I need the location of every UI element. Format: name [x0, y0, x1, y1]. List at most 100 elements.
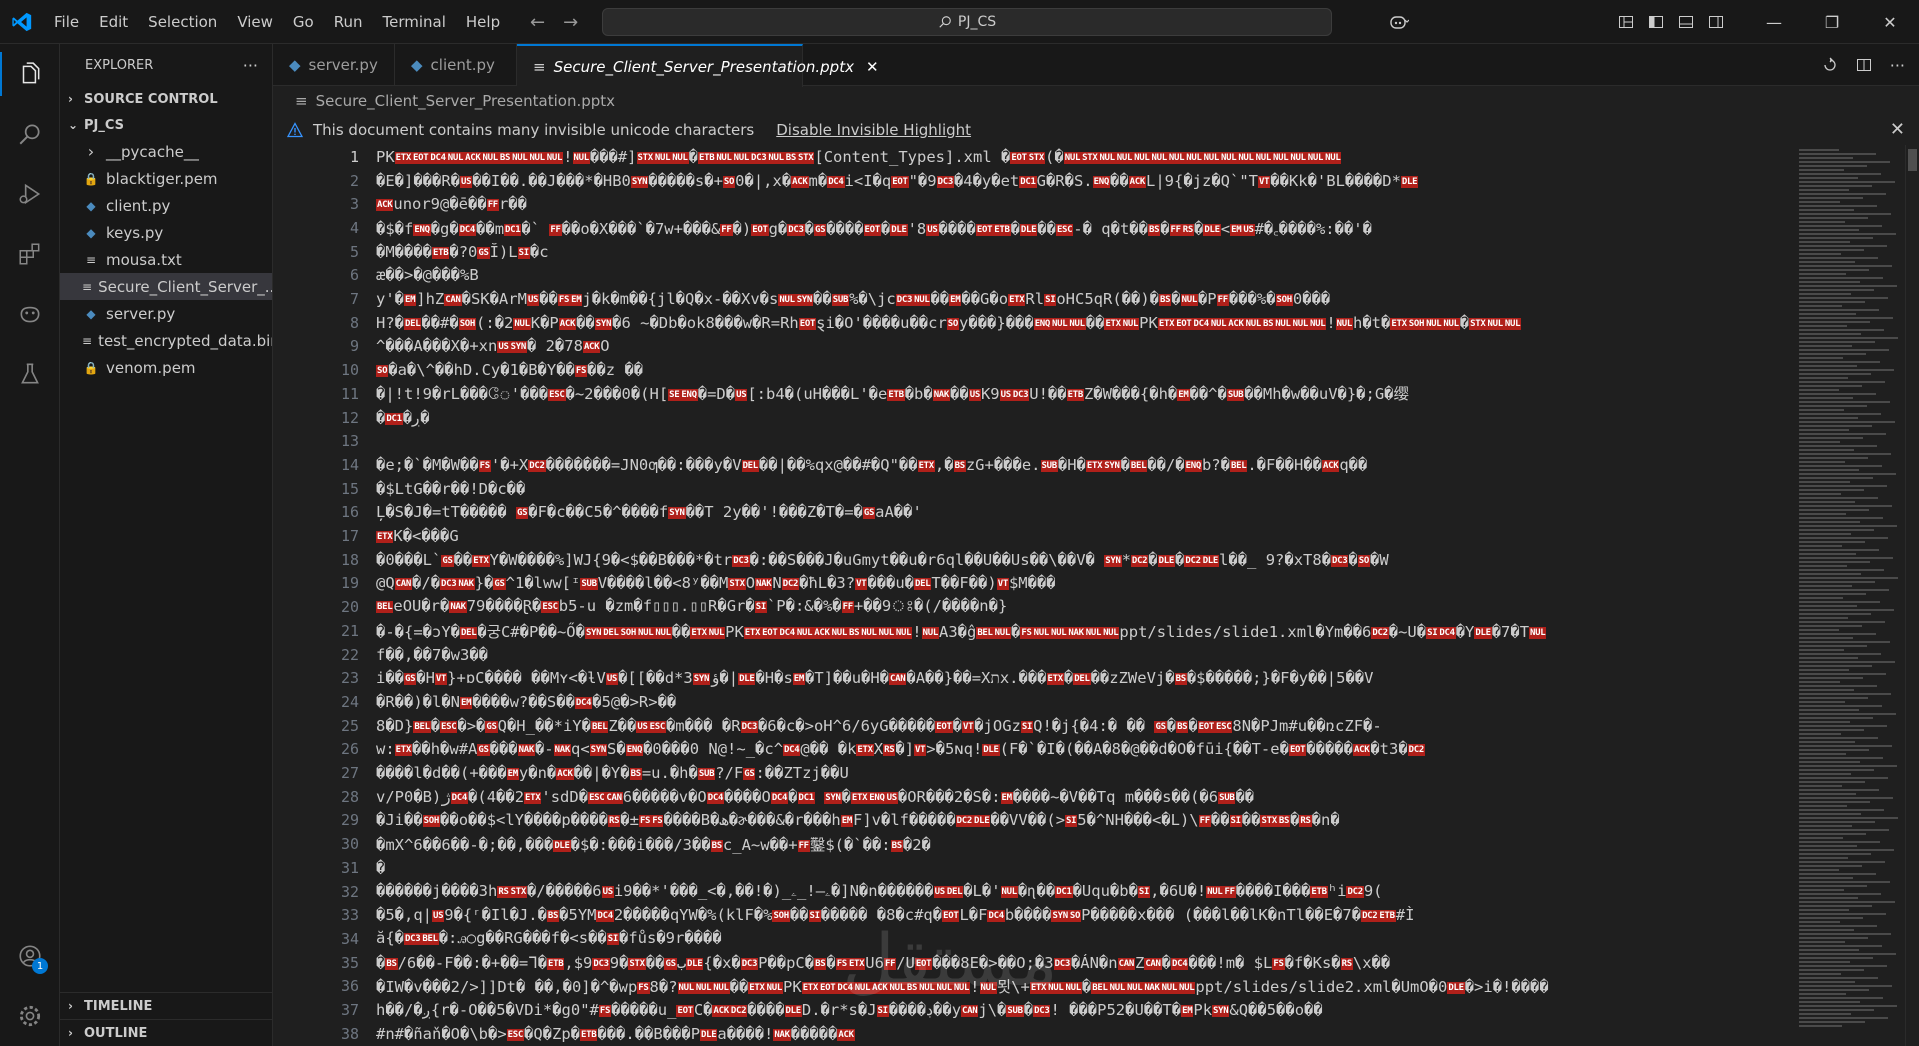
account-icon[interactable]: 1 — [0, 926, 60, 986]
code-line[interactable]: 25 8�D}BEL�ESC�>�GSQ�H_��*iY�BELZ��US ESC�… — [273, 714, 1797, 738]
control-char-badge: SUB — [831, 294, 850, 307]
minimap[interactable] — [1797, 145, 1905, 1046]
run-debug-icon[interactable] — [0, 164, 60, 224]
code-line[interactable]: 7 y'�EM]hZCAN�SK�ArMUS��FS EMj�k�m��{jl�Q�… — [273, 287, 1797, 311]
source-control-section[interactable]: › SOURCE CONTROL — [60, 86, 272, 112]
command-center-search[interactable]: PJ_CS — [602, 8, 1332, 36]
file-item[interactable]: ≡ Secure_Client_Server_... — [60, 273, 272, 300]
code-line[interactable]: 22 f��,��7�w3�� — [273, 643, 1797, 667]
copilot-icon[interactable] — [1377, 0, 1421, 44]
menu-selection[interactable]: Selection — [138, 0, 227, 44]
menu-view[interactable]: View — [227, 0, 283, 44]
code-line[interactable]: 26 w:ETX��h�w#AGS���NAK�-NAKq<SYNS�ENQ�0�… — [273, 738, 1797, 762]
code-line[interactable]: 3 ACKunor9@�ē��FFr�� — [273, 192, 1797, 216]
code-line[interactable]: 8 H?�DEL��#�SOH(:�2NULK�PACK��SYN�6 ~�Db�… — [273, 311, 1797, 335]
minimap-line — [1799, 269, 1869, 271]
tab-client-py[interactable]: ◆ client.py — [395, 44, 517, 86]
minimize-button[interactable]: — — [1745, 0, 1803, 44]
open-changes-icon[interactable] — [1822, 57, 1838, 73]
code-line[interactable]: 10 SO�a�\^��hD.Cy�1�B�Y��FS��z �� — [273, 358, 1797, 382]
code-line[interactable]: 28 v/P0�B)ژDC4�(4��2ETX'sdD�ESC CAN6�����v… — [273, 785, 1797, 809]
control-char-badge: DC4 — [770, 791, 789, 804]
minimap-line — [1799, 573, 1861, 575]
code-line[interactable]: 16 Ļ�S�J�=tT����� GS�F�c��C5�^����fSYN��T… — [273, 501, 1797, 525]
settings-gear-icon[interactable] — [0, 986, 60, 1046]
close-window-button[interactable]: ✕ — [1861, 0, 1919, 44]
code-line[interactable]: 17 ETXK�<���G — [273, 524, 1797, 548]
file-item[interactable]: ≡ mousa.txt — [60, 246, 272, 273]
code-line[interactable]: 2 �E�]���R�US��I��.��J���*�HB0SYN�����s�+… — [273, 169, 1797, 193]
code-line[interactable]: 23 i��GS�HVT}+ɒC���� ��Mʏ<�ƚVUS�[[��d*3SY… — [273, 666, 1797, 690]
line-text: �0���L`GS��ETXY�W����%]WJ{9�<$��B���*�tr… — [376, 550, 1389, 569]
customize-layout-icon[interactable] — [1611, 0, 1641, 44]
control-char-badge: NUL — [1115, 151, 1134, 164]
breadcrumb-file[interactable]: Secure_Client_Server_Presentation.pptx — [316, 92, 615, 110]
outline-section[interactable]: › OUTLINE — [60, 1019, 273, 1046]
file-item[interactable]: 🔒 blacktiger.pem — [60, 165, 272, 192]
extensions-icon[interactable] — [0, 224, 60, 284]
minimap-line — [1799, 557, 1893, 559]
control-char-badge: US — [735, 389, 748, 402]
toggle-secondary-sidebar-icon[interactable] — [1701, 0, 1731, 44]
control-char-badge: ESC — [648, 720, 666, 733]
code-line[interactable]: 31 � — [273, 856, 1797, 880]
control-char-badge: EOT — [798, 317, 817, 330]
toggle-panel-icon[interactable] — [1671, 0, 1701, 44]
code-line[interactable]: 15 �$LtG��r��!D�c�� — [273, 477, 1797, 501]
more-editor-actions-icon[interactable]: ··· — [1890, 56, 1905, 75]
file-item[interactable]: 🔒 venom.pem — [60, 354, 272, 381]
testing-flask-icon[interactable] — [0, 344, 60, 404]
line-number: 24 — [340, 692, 359, 711]
menu-run[interactable]: Run — [324, 0, 373, 44]
split-editor-icon[interactable] — [1856, 57, 1872, 73]
more-actions-icon[interactable]: ··· — [243, 56, 258, 75]
toggle-primary-sidebar-icon[interactable] — [1641, 0, 1671, 44]
code-line[interactable]: 19 @QCAN�/�DC3 NAK}�GS^1�lww[ᶦSUBV����l��<… — [273, 572, 1797, 596]
close-warning-icon[interactable]: ✕ — [1890, 119, 1905, 140]
code-line[interactable]: 30 �mX^6��6��-�;��,���DLE�$�:���i���/3��B… — [273, 832, 1797, 856]
code-line[interactable]: 20 BELeOU�r�NAK79����Ɽ�ESCb5-u �zm�f▯▯▯.▯… — [273, 595, 1797, 619]
menu-go[interactable]: Go — [283, 0, 324, 44]
code-line[interactable]: 14 �e;�`�M�W��FS'�+XDC2�������=JN0ƣ��:���… — [273, 453, 1797, 477]
code-line[interactable]: 27 ����l�d��(+���EMy�n�ACK��|�Y�BS=u.�h�S… — [273, 761, 1797, 785]
close-tab-icon[interactable]: ✕ — [866, 58, 879, 76]
control-char-badge: DC1 — [1019, 175, 1037, 188]
file-item[interactable]: ◆ client.py — [60, 192, 272, 219]
file-item[interactable]: ≡ test_encrypted_data.bin — [60, 327, 272, 354]
vertical-scrollbar[interactable] — [1905, 145, 1919, 1046]
code-line[interactable]: 5 �M����ETB�?0GSĬ)LSI�c — [273, 240, 1797, 264]
back-arrow-icon[interactable]: ← — [530, 12, 545, 33]
code-line[interactable]: 6 æ��>�@���%B — [273, 264, 1797, 288]
code-line[interactable]: 1 PKETX EOT DC4 NUL ACK NUL BS NUL NUL NUL!NUL���#… — [273, 145, 1797, 169]
scrollbar-thumb[interactable] — [1908, 149, 1917, 171]
explorer-icon[interactable] — [0, 44, 60, 104]
search-activity-icon[interactable] — [0, 104, 60, 164]
timeline-section[interactable]: › TIMELINE — [60, 992, 273, 1019]
file-item[interactable]: ◆ keys.py — [60, 219, 272, 246]
menu-edit[interactable]: Edit — [89, 0, 138, 44]
menu-file[interactable]: File — [44, 0, 89, 44]
restore-button[interactable]: ❐ — [1803, 0, 1861, 44]
forward-arrow-icon[interactable]: → — [563, 12, 578, 33]
code-line[interactable]: 9 ^���A���X�+xnUS SYN� 2�78ACKO — [273, 335, 1797, 359]
code-line[interactable]: 4 �$�fENQ�g�DC4��mDC1�` FF��o�X���`�7w+��… — [273, 216, 1797, 240]
disable-highlight-link[interactable]: Disable Invisible Highlight — [776, 121, 971, 139]
code-line[interactable]: 24 �R��)�l�NEM����w?��S��DC4�5@�>R>�� — [273, 690, 1797, 714]
project-folder-section[interactable]: ⌄ PJ_CS — [60, 112, 272, 138]
code-line[interactable]: 38 #n#�ñaň�O�\b�>ESC�Q�Zp�ETB���.��B���PD… — [273, 1022, 1797, 1046]
code-line[interactable]: 18 �0���L`GS��ETXY�W����%]WJ{9�<$��B���*�… — [273, 548, 1797, 572]
file-item[interactable]: › __pycache__ — [60, 138, 272, 165]
tab-server-py[interactable]: ◆ server.py — [273, 44, 395, 86]
code-line[interactable]: 29 �Ji��SOH��o��$<lY����p����RS�±FS FS����… — [273, 809, 1797, 833]
code-line[interactable]: 12 �DC1�ڔ� — [273, 406, 1797, 430]
control-char-badge: ETX — [472, 554, 490, 567]
file-item[interactable]: ◆ server.py — [60, 300, 272, 327]
code-line[interactable]: 13 — [273, 429, 1797, 453]
copilot-chat-icon[interactable] — [0, 284, 60, 344]
code-line[interactable]: 21 �-�{=�ɔY�DEL�궁C#�P��~Ő�SYN DEL SOH NUL NUL… — [273, 619, 1797, 643]
code-line[interactable]: 11 �|!t!9�rL���ே'���ESC�~2���0�(H[SE ENQ�=… — [273, 382, 1797, 406]
tab-presentation[interactable]: ≡ Secure_Client_Server_Presentation.pptx… — [517, 44, 879, 87]
menu-help[interactable]: Help — [456, 0, 510, 44]
menu-terminal[interactable]: Terminal — [373, 0, 456, 44]
code-line[interactable]: 32 ������j����3hRS STX�/�����6USi9��*'���_… — [273, 880, 1797, 904]
